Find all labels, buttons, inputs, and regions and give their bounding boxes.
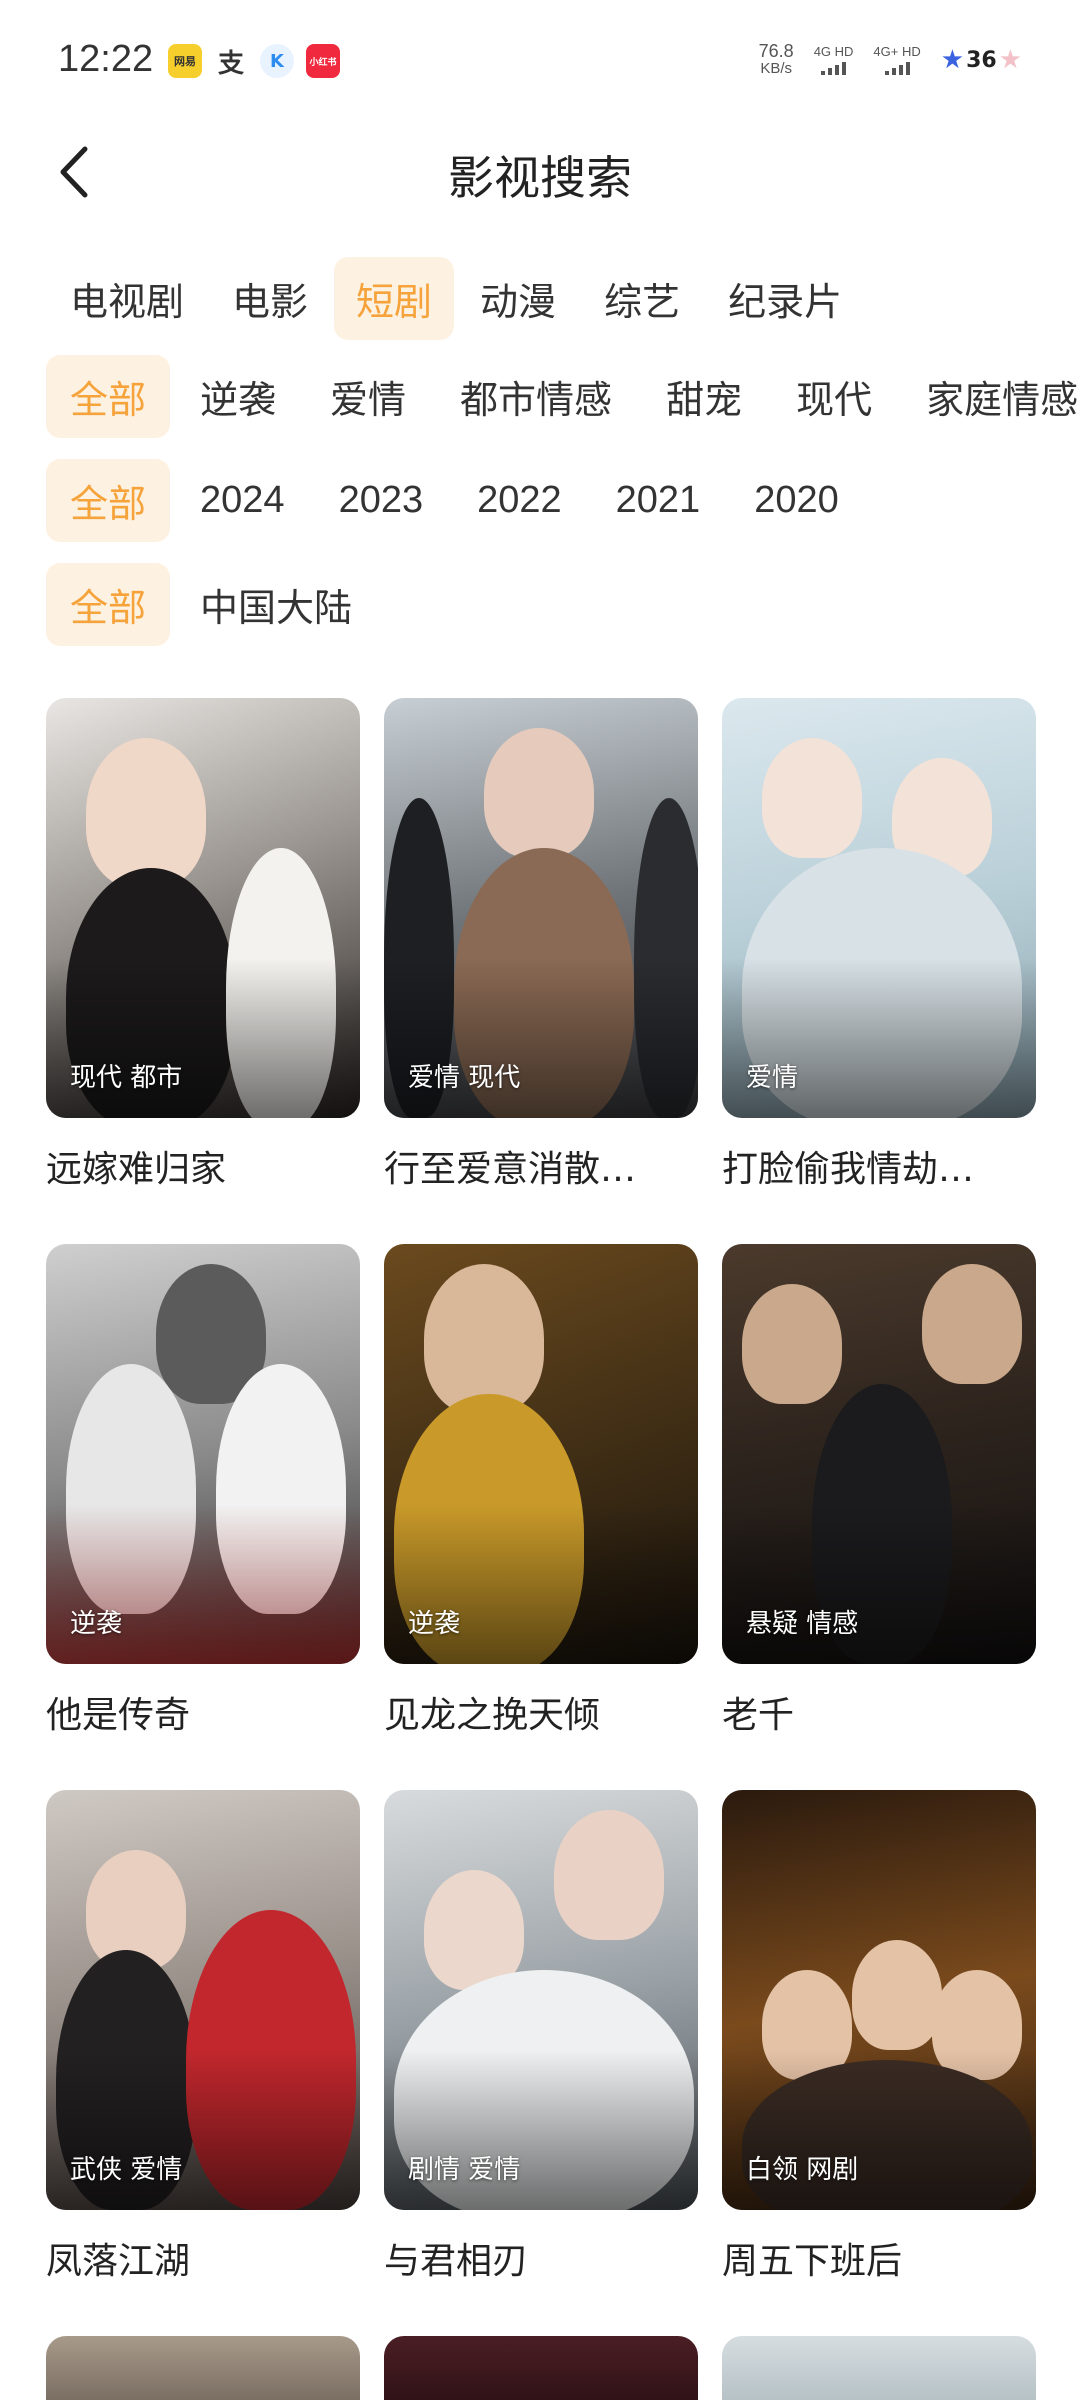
signal-2-label: 4G+ HD	[873, 44, 921, 59]
drama-card[interactable]: 逆袭 见龙之挽天倾	[384, 1244, 698, 1790]
next-row-partial	[46, 2336, 1036, 2400]
drama-card[interactable]: 武侠 爱情 凤落江湖	[46, 1790, 360, 2336]
tab-tv-series[interactable]: 电视剧	[46, 257, 206, 340]
poster-image: 白领 网剧	[722, 1790, 1036, 2210]
drama-title: 与君相刃	[384, 2241, 529, 2282]
genre-chip[interactable]: 都市情感	[436, 355, 636, 438]
drama-card[interactable]: 现代 都市 远嫁难归家	[46, 698, 360, 1244]
poster-tags: 悬疑 情感	[746, 1609, 859, 1639]
poster-image: 逆袭	[46, 1244, 360, 1664]
drama-title: 见龙之挽天倾	[384, 1695, 601, 1736]
poster-image-partial[interactable]	[46, 2336, 360, 2400]
year-chip[interactable]: 2024	[176, 465, 309, 536]
drama-card[interactable]: 白领 网剧 周五下班后	[722, 1790, 1036, 2336]
poster-image: 悬疑 情感	[722, 1244, 1036, 1664]
poster-tags: 逆袭	[408, 1609, 461, 1639]
drama-card[interactable]: 爱情 现代 行至爱意消散…	[384, 698, 698, 1244]
signal-bars-icon	[884, 61, 910, 75]
year-chip[interactable]: 2022	[453, 465, 586, 536]
poster-tags: 逆袭	[70, 1609, 123, 1639]
tab-documentary[interactable]: 纪录片	[706, 257, 864, 340]
poster-tags: 白领 网剧	[746, 2155, 859, 2185]
signal-1-label: 4G HD	[813, 44, 854, 59]
results-grid: 现代 都市 远嫁难归家 爱情 现代 行至爱意消散… 爱情 打脸偷我情劫… 逆袭 …	[46, 698, 1036, 2336]
drama-card[interactable]: 逆袭 他是传奇	[46, 1244, 360, 1790]
page-title: 影视搜索	[448, 151, 632, 205]
poster-image: 剧情 爱情	[384, 1790, 698, 2210]
network-speed: 76.8 KB/s	[759, 42, 794, 78]
alipay-icon: 支	[217, 48, 244, 79]
status-indicators: 76.8 KB/s 4G HD 4G+ HD ★ 36 ★	[759, 42, 1022, 78]
speed-unit: KB/s	[760, 60, 792, 77]
poster-image: 现代 都市	[46, 698, 360, 1118]
status-bar: 12:22 网易 支 K 小红书 76.8 KB/s 4G HD 4G+ HD …	[0, 0, 1080, 120]
battery-indicator: ★ 36 ★	[941, 45, 1022, 75]
star-blue-icon: ★	[940, 45, 965, 75]
year-chip[interactable]: 2020	[730, 465, 863, 536]
poster-image: 爱情	[722, 698, 1036, 1118]
poster-image-partial[interactable]	[722, 2336, 1036, 2400]
drama-title: 凤落江湖	[46, 2241, 191, 2282]
tab-short-drama[interactable]: 短剧	[334, 256, 455, 340]
tab-anime[interactable]: 动漫	[458, 257, 578, 340]
genre-chip[interactable]: 甜宠	[642, 355, 766, 438]
region-chip[interactable]: 中国大陆	[176, 563, 376, 646]
year-filter-row: 全部 2024 2023 2022 2021 2020	[46, 458, 869, 542]
drama-title: 打脸偷我情劫…	[722, 1149, 975, 1190]
poster-tags: 剧情 爱情	[408, 2155, 521, 2185]
year-chip[interactable]: 2021	[592, 465, 725, 536]
drama-card[interactable]: 悬疑 情感 老千	[722, 1244, 1036, 1790]
drama-card[interactable]: 剧情 爱情 与君相刃	[384, 1790, 698, 2336]
drama-title: 远嫁难归家	[46, 1149, 227, 1190]
poster-image: 武侠 爱情	[46, 1790, 360, 2210]
signal-bars-icon	[821, 61, 847, 75]
k-app-icon: K	[260, 44, 294, 78]
poster-tags: 爱情	[746, 1063, 799, 1093]
signal-2: 4G+ HD	[873, 44, 921, 75]
poster-image: 逆袭	[384, 1244, 698, 1664]
poster-image: 爱情 现代	[384, 698, 698, 1118]
xiaohongshu-icon: 小红书	[306, 44, 340, 78]
year-chip-all[interactable]: 全部	[46, 458, 171, 542]
drama-title: 他是传奇	[46, 1695, 191, 1736]
genre-chip[interactable]: 家庭情感	[902, 355, 1080, 438]
status-time: 12:22	[58, 38, 154, 80]
genre-chip[interactable]: 逆袭	[176, 355, 300, 438]
poster-tags: 现代 都市	[70, 1063, 183, 1093]
tab-movie[interactable]: 电影	[210, 257, 330, 340]
battery-level: 36	[966, 47, 997, 73]
genre-chip[interactable]: 爱情	[306, 355, 430, 438]
region-filter-row: 全部 中国大陆	[46, 562, 382, 646]
drama-title: 行至爱意消散…	[384, 1149, 637, 1190]
speed-value: 76.8	[758, 41, 794, 61]
tab-variety[interactable]: 综艺	[582, 257, 702, 340]
year-chip[interactable]: 2023	[315, 465, 448, 536]
region-chip-all[interactable]: 全部	[46, 562, 171, 646]
app-badge-yellow-icon: 网易	[168, 44, 202, 78]
poster-tags: 武侠 爱情	[70, 2155, 183, 2185]
genre-filter-row: 全部 逆袭 爱情 都市情感 甜宠 现代 家庭情感	[46, 354, 1080, 438]
status-app-icons: 网易 支 K 小红书	[168, 44, 340, 79]
drama-title: 老千	[722, 1695, 795, 1736]
drama-title: 周五下班后	[722, 2241, 903, 2282]
genre-chip-all[interactable]: 全部	[46, 354, 171, 438]
signal-1: 4G HD	[813, 44, 854, 75]
poster-image-partial[interactable]	[384, 2336, 698, 2400]
drama-card[interactable]: 爱情 打脸偷我情劫…	[722, 698, 1036, 1244]
star-pink-icon: ★	[998, 45, 1022, 75]
poster-tags: 爱情 现代	[408, 1063, 521, 1093]
genre-chip[interactable]: 现代	[772, 355, 896, 438]
category-tabs: 电视剧 电影 短剧 动漫 综艺 纪录片	[46, 256, 868, 340]
header: 影视搜索	[0, 120, 1080, 230]
